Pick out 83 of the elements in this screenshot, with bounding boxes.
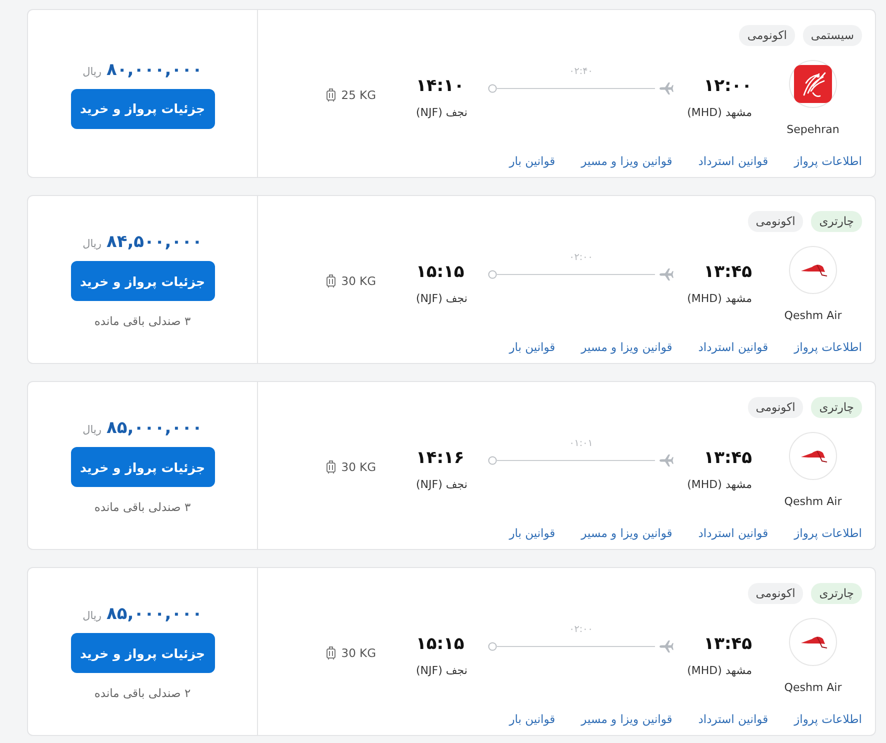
baggage-allowance: 30 KG: [341, 646, 376, 660]
flight-duration: ۰۱:۰۱: [569, 437, 593, 451]
airline-name: Qeshm Air: [784, 681, 842, 694]
flight-info-link[interactable]: اطلاعات پرواز: [794, 710, 862, 728]
bird-logo-icon: [789, 60, 837, 108]
baggage-rules-link[interactable]: قوانین بار: [509, 710, 556, 728]
currency-label: ریال: [82, 66, 102, 78]
airline-name: Qeshm Air: [784, 495, 842, 508]
baggage-allowance: 30 KG: [341, 274, 376, 288]
visa-rules-link[interactable]: قوانین ویزا و مسیر: [581, 152, 672, 170]
flight-duration: ۰۲:۰۰: [569, 251, 593, 265]
departure-time: ۱۲:۰۰: [704, 75, 752, 97]
suitcase-icon: [326, 646, 336, 660]
currency-label: ریال: [82, 610, 102, 622]
suitcase-icon: [326, 460, 336, 474]
arrival-time: ۱۴:۱۰: [416, 75, 464, 97]
currency-label: ریال: [82, 424, 102, 436]
price: ۸۵,۰۰۰,۰۰۰: [106, 417, 202, 439]
fare-type-tag: چارتری: [811, 397, 862, 418]
baggage-rules-link[interactable]: قوانین بار: [509, 152, 556, 170]
plane-icon: [659, 454, 674, 467]
departure-city: مشهد (MHD): [687, 663, 752, 679]
seats-remaining: ۲ صندلی باقی مانده: [94, 686, 191, 700]
flight-info-link[interactable]: اطلاعات پرواز: [794, 524, 862, 542]
refund-rules-link[interactable]: قوانین استرداد: [698, 524, 768, 542]
refund-rules-link[interactable]: قوانین استرداد: [698, 338, 768, 356]
refund-rules-link[interactable]: قوانین استرداد: [698, 152, 768, 170]
circle-marker-icon: [488, 84, 497, 93]
cabin-class-tag: اکونومی: [748, 583, 804, 604]
visa-rules-link[interactable]: قوانین ویزا و مسیر: [581, 524, 672, 542]
visa-rules-link[interactable]: قوانین ویزا و مسیر: [581, 710, 672, 728]
fare-type-tag: چارتری: [811, 211, 862, 232]
flight-info-link[interactable]: اطلاعات پرواز: [794, 338, 862, 356]
circle-marker-icon: [488, 270, 497, 279]
cabin-class-tag: اکونومی: [748, 397, 804, 418]
details-button[interactable]: جزئیات پرواز و خرید: [70, 447, 214, 487]
details-button[interactable]: جزئیات پرواز و خرید: [70, 88, 214, 128]
flight-info-link[interactable]: اطلاعات پرواز: [794, 152, 862, 170]
arrival-city: نجف (NJF): [416, 477, 468, 493]
baggage-allowance: 25 KG: [341, 88, 376, 102]
departure-city: مشهد (MHD): [687, 291, 752, 307]
cabin-class-tag: اکونومی: [739, 25, 795, 46]
details-button[interactable]: جزئیات پرواز و خرید: [70, 261, 214, 301]
departure-city: مشهد (MHD): [687, 105, 752, 121]
wing-logo-icon: [789, 618, 837, 666]
departure-time: ۱۳:۴۵: [704, 633, 752, 655]
departure-city: مشهد (MHD): [687, 477, 752, 493]
fare-type-tag: چارتری: [811, 583, 862, 604]
arrival-time: ۱۵:۱۵: [416, 261, 464, 283]
suitcase-icon: [326, 88, 336, 102]
wing-logo-icon: [789, 246, 837, 294]
fare-type-tag: سیستمی: [802, 25, 862, 46]
arrival-city: نجف (NJF): [416, 291, 468, 307]
suitcase-icon: [326, 274, 336, 288]
plane-icon: [659, 640, 674, 653]
departure-time: ۱۳:۴۵: [704, 261, 752, 283]
baggage-rules-link[interactable]: قوانین بار: [509, 524, 556, 542]
airline-name: Qeshm Air: [784, 309, 842, 322]
baggage-rules-link[interactable]: قوانین بار: [509, 338, 556, 356]
price: ۸۵,۰۰۰,۰۰۰: [106, 603, 202, 625]
refund-rules-link[interactable]: قوانین استرداد: [698, 710, 768, 728]
flight-duration: ۰۲:۰۰: [569, 623, 593, 637]
seats-remaining: ۳ صندلی باقی مانده: [94, 314, 191, 328]
plane-icon: [659, 268, 674, 281]
arrival-city: نجف (NJF): [416, 105, 468, 121]
seats-remaining: ۳ صندلی باقی مانده: [94, 500, 191, 514]
cabin-class-tag: اکونومی: [748, 211, 804, 232]
arrival-time: ۱۵:۱۵: [416, 633, 464, 655]
plane-icon: [659, 82, 674, 95]
arrival-time: ۱۴:۱۶: [416, 447, 464, 469]
visa-rules-link[interactable]: قوانین ویزا و مسیر: [581, 338, 672, 356]
currency-label: ریال: [82, 238, 102, 250]
price: ۸۴,۵۰۰,۰۰۰: [106, 231, 202, 253]
price: ۸۰,۰۰۰,۰۰۰: [106, 58, 202, 80]
circle-marker-icon: [488, 642, 497, 651]
departure-time: ۱۳:۴۵: [704, 447, 752, 469]
flight-duration: ۰۲:۴۰: [569, 65, 593, 79]
details-button[interactable]: جزئیات پرواز و خرید: [70, 633, 214, 673]
wing-logo-icon: [789, 432, 837, 480]
airline-name: Sepehran: [786, 123, 840, 136]
circle-marker-icon: [488, 456, 497, 465]
arrival-city: نجف (NJF): [416, 663, 468, 679]
baggage-allowance: 30 KG: [341, 460, 376, 474]
